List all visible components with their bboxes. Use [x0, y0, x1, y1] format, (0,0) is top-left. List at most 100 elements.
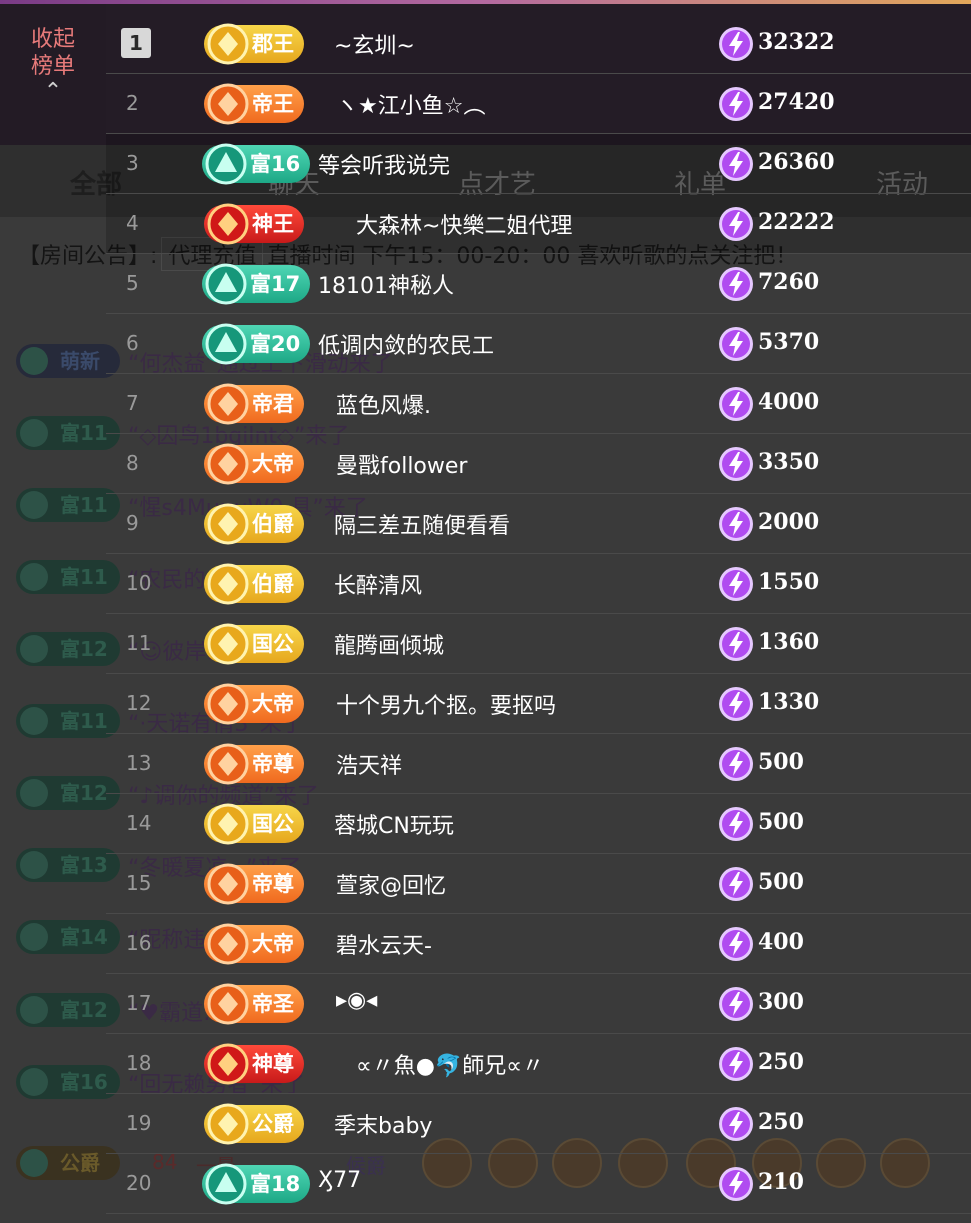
- user-nickname[interactable]: 十个男九个抠。要抠吗: [336, 688, 556, 720]
- ranking-row[interactable]: 6 富20 低调内敛的农民工 5370: [106, 314, 971, 374]
- rank-number: 6: [126, 331, 139, 355]
- noble-badge-label: 伯爵: [252, 572, 294, 596]
- contribution-score: 4000: [758, 389, 820, 415]
- noble-badge-label: 神王: [252, 212, 294, 236]
- chevron-up-icon: ⌃: [43, 79, 63, 104]
- contribution-score: 7260: [758, 269, 820, 295]
- user-nickname[interactable]: 蓝色风爆.: [336, 388, 431, 420]
- user-nickname[interactable]: ヽ★江小鱼☆︵: [336, 88, 485, 120]
- ranking-row[interactable]: 20 富18 Ӽ77 210: [106, 1154, 971, 1214]
- noble-badge: 帝君: [204, 383, 304, 425]
- user-nickname[interactable]: 长醉清风: [334, 568, 422, 600]
- ranking-row[interactable]: 1 郡王 ~玄圳~ 32322: [106, 14, 971, 74]
- contribution-score: 250: [758, 1049, 804, 1075]
- contribution-score: 27420: [758, 89, 835, 115]
- noble-badge: 公爵: [204, 1103, 304, 1145]
- user-nickname[interactable]: 季末baby: [334, 1108, 432, 1140]
- noble-badge: 帝尊: [204, 863, 304, 905]
- ranking-row[interactable]: 15 帝尊 萱家@回忆 500: [106, 854, 971, 914]
- user-nickname[interactable]: 低调内敛的农民工: [318, 328, 494, 360]
- rank-emblem-icon: [205, 263, 247, 305]
- ranking-row[interactable]: 7 帝君 蓝色风爆. 4000: [106, 374, 971, 434]
- contribution-score: 22222: [758, 209, 835, 235]
- rank-number: 18: [126, 1051, 152, 1075]
- user-nickname[interactable]: ∝〃魚●🐬師兄∝〃: [356, 1048, 544, 1080]
- contribution-score: 500: [758, 869, 804, 895]
- rank-number: 10: [126, 571, 152, 595]
- user-nickname[interactable]: 大森林~快樂二姐代理: [356, 208, 572, 240]
- ranking-row[interactable]: 16 大帝 碧水云天- 400: [106, 914, 971, 974]
- ranking-row[interactable]: 14 国公 蓉城CN玩玩 500: [106, 794, 971, 854]
- ranking-row[interactable]: 9 伯爵 隔三差五随便看看 2000: [106, 494, 971, 554]
- ranking-row[interactable]: 13 帝尊 浩天祥 500: [106, 734, 971, 794]
- rank-emblem-icon: [207, 803, 249, 845]
- noble-badge-label: 富18: [250, 1172, 301, 1196]
- ranking-row[interactable]: 8 大帝 曼戬follower 3350: [106, 434, 971, 494]
- collapse-label-line2: 榜单: [30, 54, 75, 79]
- noble-badge-label: 帝君: [252, 392, 294, 416]
- contribution-score: 300: [758, 989, 804, 1015]
- rank-number: 3: [126, 151, 139, 175]
- noble-badge-label: 帝尊: [252, 872, 294, 896]
- contribution-score: 250: [758, 1109, 804, 1135]
- noble-badge: 帝圣: [204, 983, 304, 1025]
- user-nickname[interactable]: ~玄圳~: [334, 28, 415, 60]
- ranking-row[interactable]: 10 伯爵 长醉清风 1550: [106, 554, 971, 614]
- rank-number: 8: [126, 451, 139, 475]
- rank-emblem-icon: [205, 143, 247, 185]
- noble-badge-label: 神尊: [252, 1052, 294, 1076]
- contribution-score: 26360: [758, 149, 835, 175]
- ranking-row[interactable]: 2 帝王 ヽ★江小鱼☆︵ 27420: [106, 74, 971, 134]
- user-nickname[interactable]: 18101神秘人: [318, 268, 454, 300]
- ranking-row[interactable]: 19 公爵 季末baby 250: [106, 1094, 971, 1154]
- user-nickname[interactable]: 龍腾画倾城: [334, 628, 444, 660]
- collapse-ranking-button[interactable]: 收起 榜单 ⌃: [0, 4, 106, 145]
- rank-emblem-icon: [207, 443, 249, 485]
- user-nickname[interactable]: 蓉城CN玩玩: [334, 808, 454, 840]
- rank-emblem-icon: [207, 983, 249, 1025]
- rank-number: 20: [126, 1171, 152, 1195]
- rank-number: 12: [126, 691, 152, 715]
- user-nickname[interactable]: Ӽ77: [318, 1168, 361, 1193]
- user-nickname[interactable]: 隔三差五随便看看: [334, 508, 510, 540]
- rank-emblem-icon: [207, 623, 249, 665]
- lightning-coin-icon: [719, 1107, 753, 1141]
- lightning-coin-icon: [719, 27, 753, 61]
- ranking-row[interactable]: 12 大帝 十个男九个抠。要抠吗 1330: [106, 674, 971, 734]
- user-nickname[interactable]: ▸◉◂: [336, 988, 377, 1013]
- noble-badge: 神尊: [204, 1043, 304, 1085]
- rank-emblem-icon: [205, 1163, 247, 1205]
- noble-badge: 富16: [202, 143, 311, 185]
- lightning-coin-icon: [719, 267, 753, 301]
- noble-badge: 大帝: [204, 923, 304, 965]
- noble-badge: 大帝: [204, 683, 304, 725]
- ranking-row[interactable]: 3 富16 等会听我说完 26360: [106, 134, 971, 194]
- rank-number: 11: [126, 631, 152, 655]
- ranking-row[interactable]: 18 神尊 ∝〃魚●🐬師兄∝〃 250: [106, 1034, 971, 1094]
- rank-number: 7: [126, 391, 139, 415]
- ranking-row[interactable]: 17 帝圣 ▸◉◂ 300: [106, 974, 971, 1034]
- user-nickname[interactable]: 碧水云天-: [336, 928, 432, 960]
- contribution-score: 500: [758, 749, 804, 775]
- user-nickname[interactable]: 曼戬follower: [336, 448, 467, 480]
- ranking-row[interactable]: 11 国公 龍腾画倾城 1360: [106, 614, 971, 674]
- lightning-coin-icon: [719, 327, 753, 361]
- lightning-coin-icon: [719, 807, 753, 841]
- lightning-coin-icon: [719, 207, 753, 241]
- noble-badge-label: 帝圣: [252, 992, 294, 1016]
- rank-number: 14: [126, 811, 152, 835]
- ranking-row[interactable]: 4 神王 大森林~快樂二姐代理 22222: [106, 194, 971, 254]
- contribution-score: 32322: [758, 29, 835, 55]
- lightning-coin-icon: [719, 567, 753, 601]
- user-nickname[interactable]: 萱家@回忆: [336, 868, 446, 900]
- noble-badge-label: 富17: [250, 272, 301, 296]
- user-nickname[interactable]: 等会听我说完: [318, 148, 450, 180]
- lightning-coin-icon: [719, 927, 753, 961]
- rank-number: 2: [126, 91, 139, 115]
- noble-badge-label: 帝王: [252, 92, 294, 116]
- ranking-row[interactable]: 5 富17 18101神秘人 7260: [106, 254, 971, 314]
- contribution-score: 5370: [758, 329, 820, 355]
- user-nickname[interactable]: 浩天祥: [336, 748, 402, 780]
- rank-number: 16: [126, 931, 152, 955]
- noble-badge-label: 伯爵: [252, 512, 294, 536]
